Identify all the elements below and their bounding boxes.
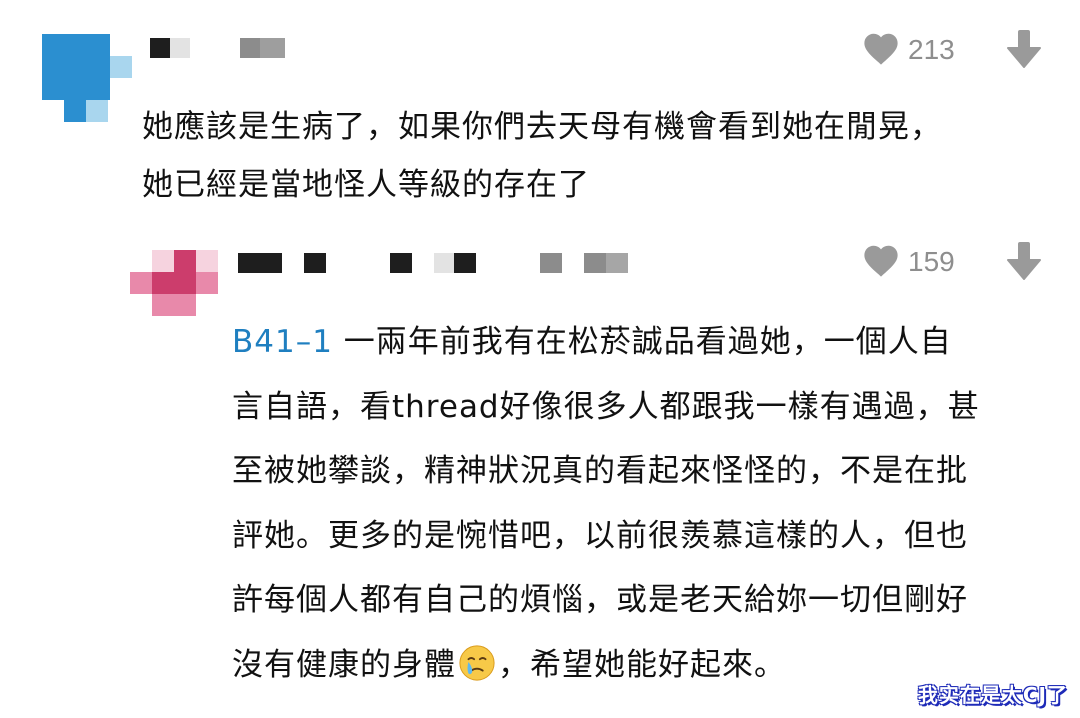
like-button[interactable]: 159 (860, 240, 970, 280)
heart-icon (864, 245, 898, 277)
comment-body: 她應該是生病了，如果你們去天母有機會看到她在閒晃， 她已經是當地怪人等級的存在了 (142, 98, 942, 214)
avatar[interactable] (42, 34, 132, 124)
like-count: 159 (908, 246, 955, 277)
floor-mention-link[interactable]: B41–1 (232, 324, 333, 360)
comment-line: 評她。更多的是惋惜吧，以前很羨慕這樣的人，但也 (232, 517, 968, 554)
like-count: 213 (908, 34, 955, 65)
avatar[interactable] (130, 250, 220, 316)
comment-line: 沒有健康的身體 ，希望她能好起來。 (232, 633, 980, 698)
like-button[interactable]: 213 (860, 28, 970, 68)
watermark: 我实在是太CJ了 (917, 683, 1068, 707)
comment-line: 她應該是生病了，如果你們去天母有機會看到她在閒晃， (142, 109, 942, 145)
username-redacted[interactable] (238, 253, 630, 273)
comment-line: 言自語，看thread好像很多人都跟我一樣有遇過，甚 (232, 388, 980, 425)
heart-icon (864, 33, 898, 65)
username-redacted[interactable] (150, 38, 285, 58)
comment-body: B41–1 一兩年前我有在松菸誠品看過她，一個人自 言自語，看thread好像很… (232, 310, 980, 697)
comment-line: 許每個人都有自己的煩惱，或是老天給妳一切但剛好 (232, 582, 968, 618)
downvote-arrow-icon[interactable] (1006, 242, 1042, 280)
crying-face-emoji-icon (459, 644, 495, 681)
comment-line: B41–1 一兩年前我有在松菸誠品看過她，一個人自 (232, 324, 952, 360)
downvote-arrow-icon[interactable] (1006, 30, 1042, 68)
comment-line: 她已經是當地怪人等級的存在了 (142, 167, 590, 203)
comment-line: 至被她攀談，精神狀況真的看起來怪怪的，不是在批 (232, 453, 968, 489)
